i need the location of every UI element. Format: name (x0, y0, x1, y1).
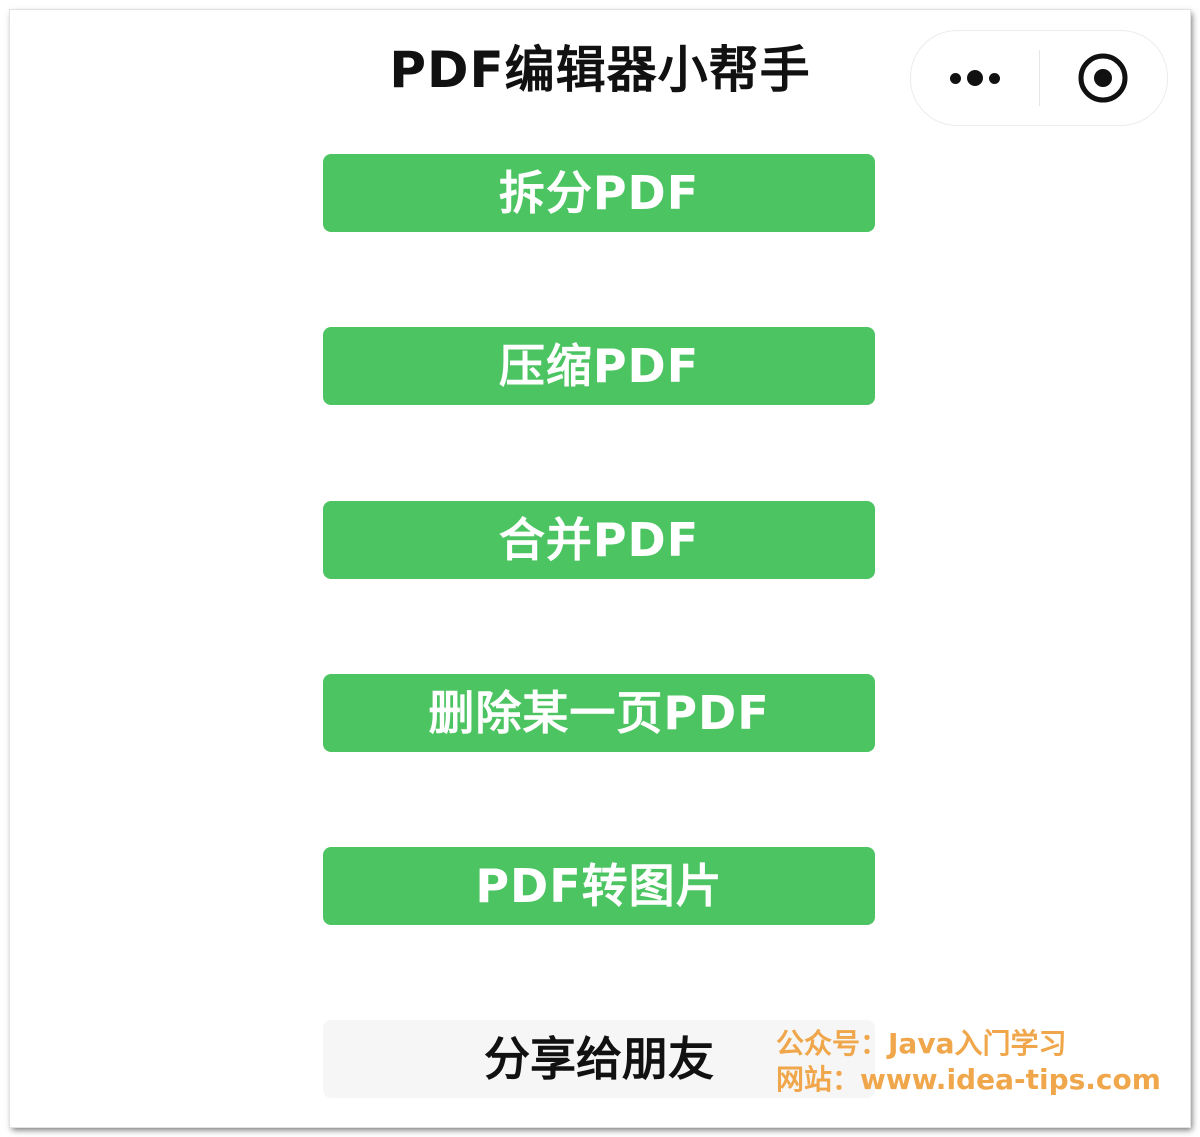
close-button[interactable] (1040, 31, 1168, 125)
mini-program-page: PDF编辑器小帮手 拆分PDF 压缩PDF 合并PDF 删除某一页PDF PDF… (10, 10, 1190, 1127)
target-circle-icon (1078, 53, 1128, 103)
more-button[interactable] (911, 31, 1039, 125)
watermark-line-2: 网站：www.idea-tips.com (776, 1063, 1161, 1096)
pdf-to-image-button[interactable]: PDF转图片 (323, 847, 875, 925)
delete-page-pdf-button[interactable]: 删除某一页PDF (323, 674, 875, 752)
compress-pdf-button[interactable]: 压缩PDF (323, 327, 875, 405)
split-pdf-button[interactable]: 拆分PDF (323, 154, 875, 232)
more-dots-icon (949, 70, 1000, 86)
merge-pdf-button[interactable]: 合并PDF (323, 501, 875, 579)
watermark-line-1: 公众号：Java入门学习 (776, 1027, 1067, 1060)
mini-program-capsule (910, 30, 1168, 126)
watermark: 公众号：Java入门学习 网站：www.idea-tips.com (776, 1026, 1161, 1098)
